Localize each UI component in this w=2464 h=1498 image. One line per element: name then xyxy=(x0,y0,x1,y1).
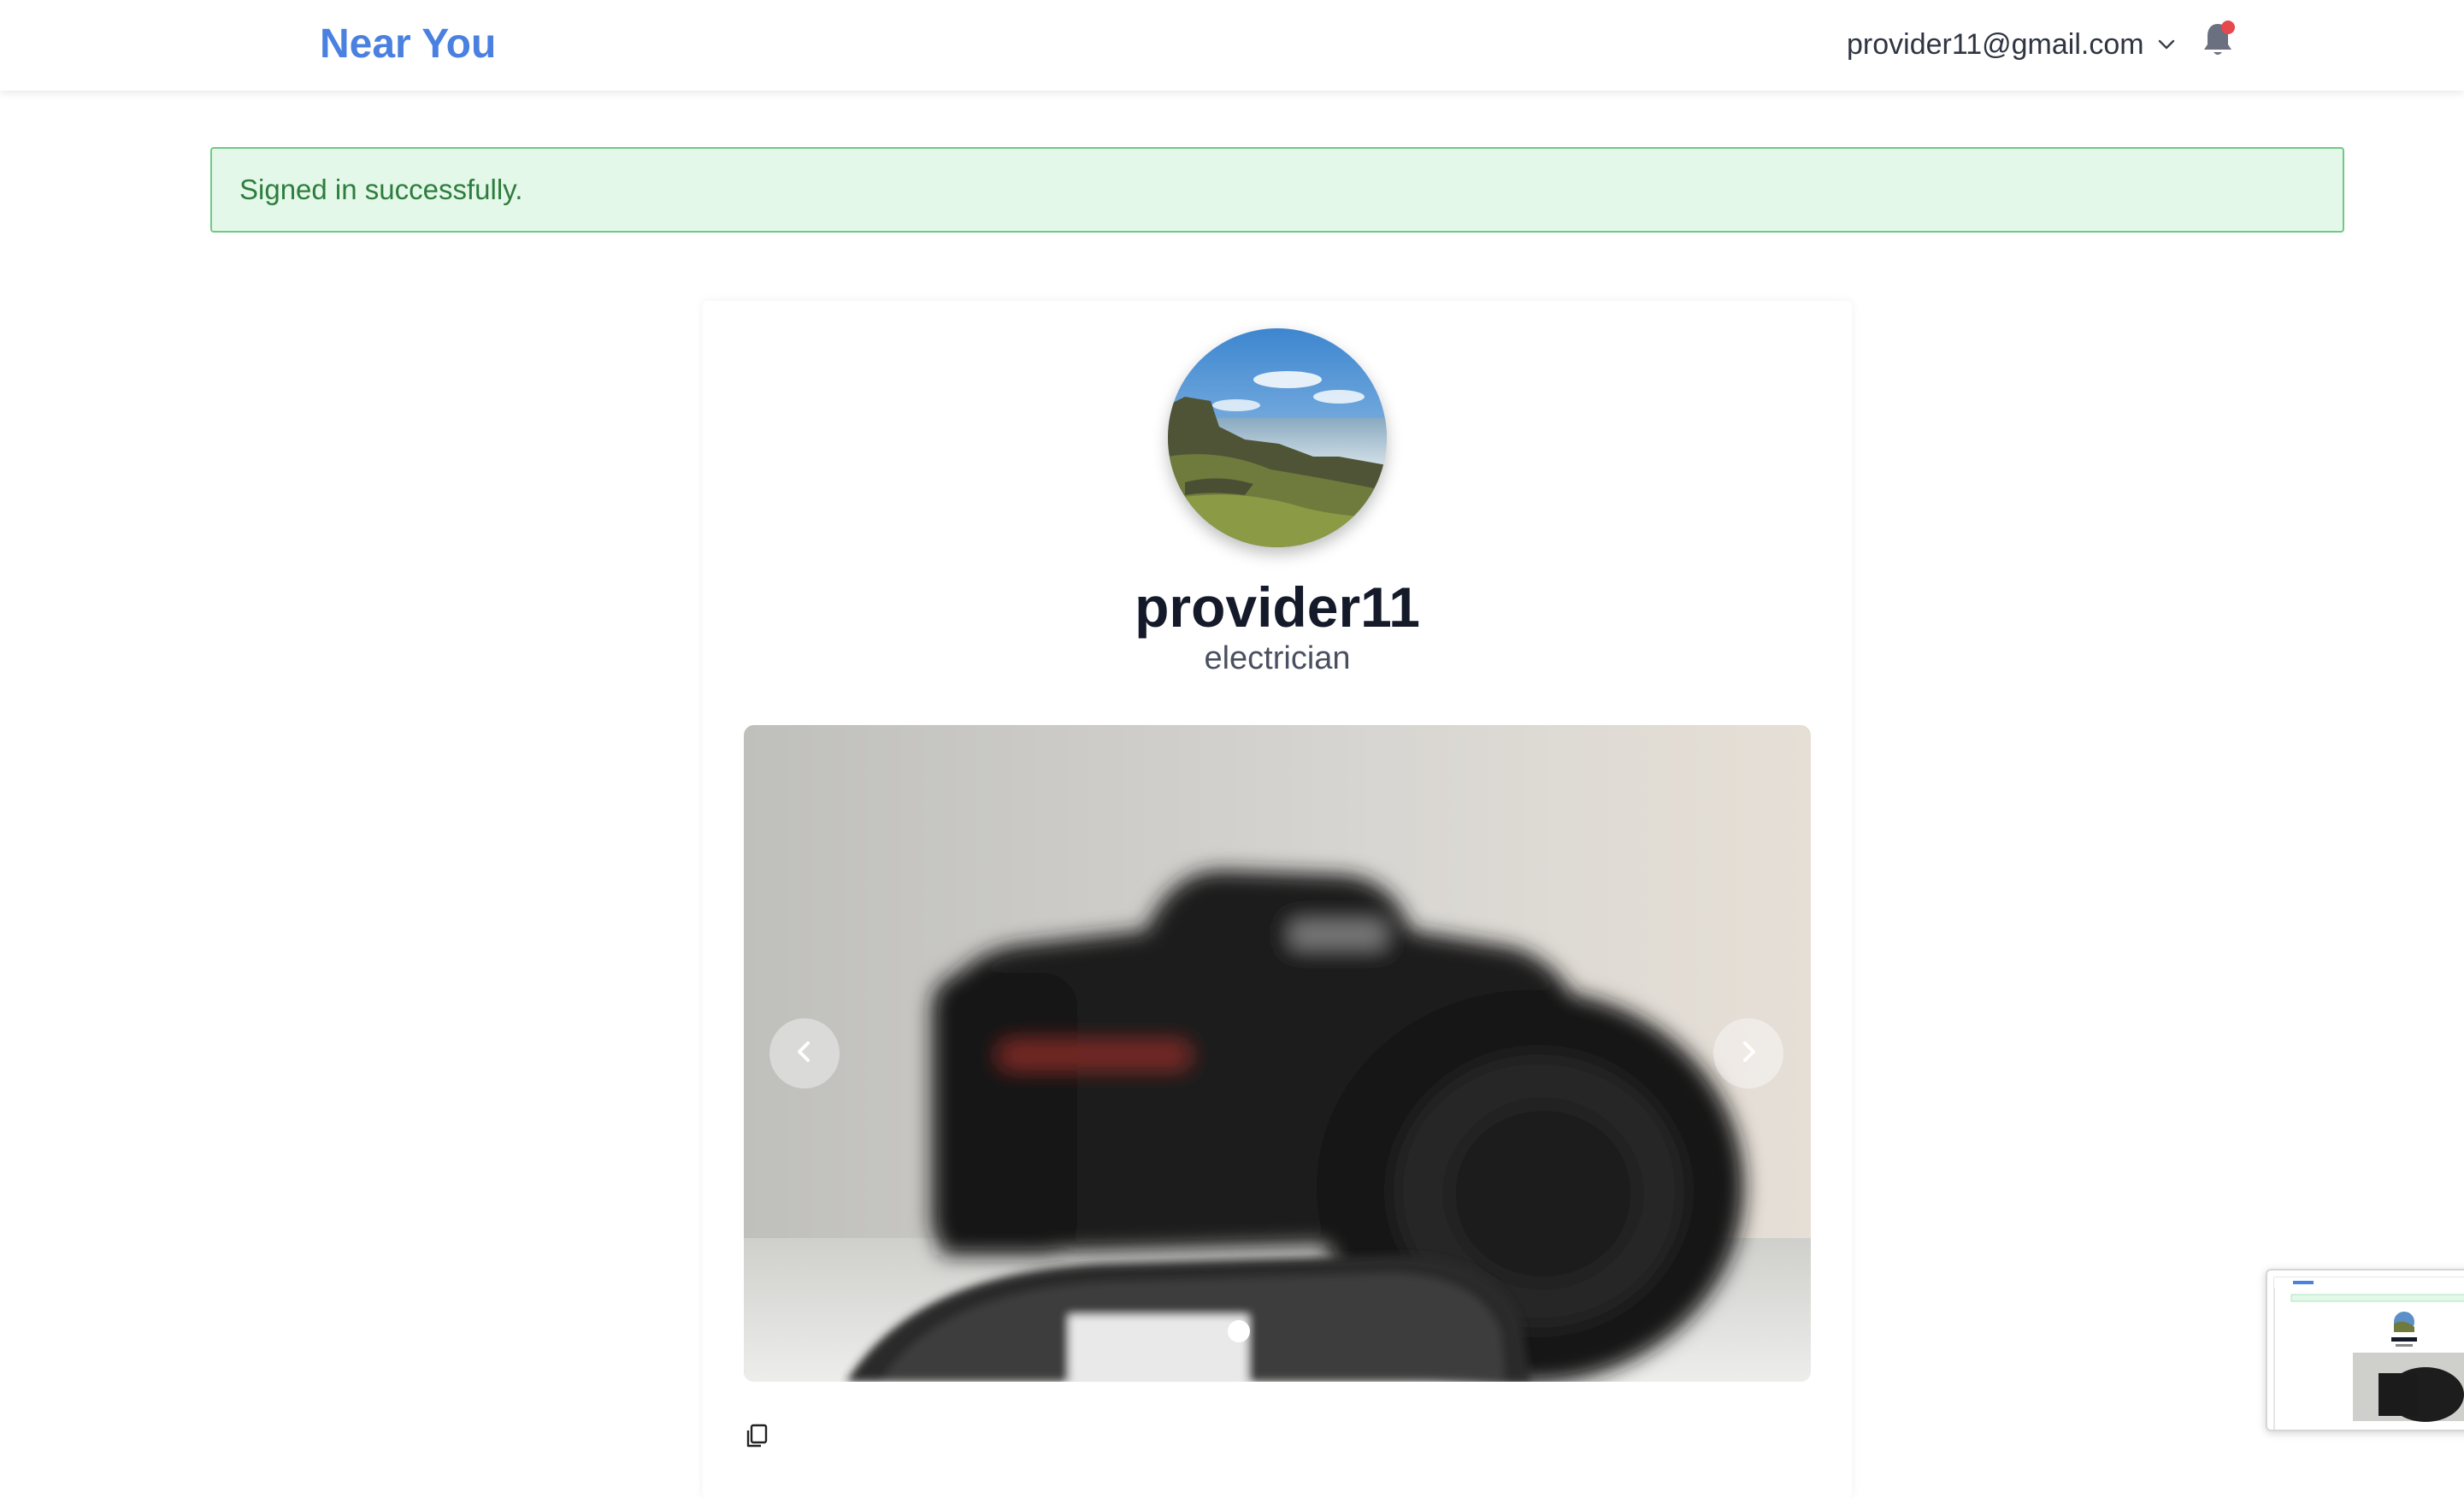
provider-profile-card: provider11 electrician xyxy=(703,301,1852,1498)
provider-profession: electrician xyxy=(1204,640,1351,676)
chevron-left-icon xyxy=(792,1039,817,1069)
flash-message: Signed in successfully. xyxy=(239,174,523,205)
chevron-down-icon xyxy=(2156,34,2177,55)
flash-success-alert: Signed in successfully. xyxy=(210,147,2344,233)
provider-name: provider11 xyxy=(1135,575,1420,639)
navbar: Near You provider11@gmail.com xyxy=(0,0,2464,91)
carousel-indicator-dot[interactable] xyxy=(1228,1320,1250,1342)
user-email: provider11@gmail.com xyxy=(1847,27,2144,61)
chevron-right-icon xyxy=(1736,1039,1761,1069)
carousel-prev-button[interactable] xyxy=(769,1018,840,1088)
brand-logo[interactable]: Near You xyxy=(320,17,496,72)
copy-icon[interactable] xyxy=(744,1423,769,1448)
avatar xyxy=(1168,328,1387,547)
page-thumbnail-preview[interactable] xyxy=(2266,1269,2464,1431)
notification-badge xyxy=(2221,21,2235,34)
carousel-next-button[interactable] xyxy=(1713,1018,1783,1088)
bell-icon xyxy=(2201,24,2235,63)
user-menu-dropdown[interactable]: provider11@gmail.com xyxy=(1847,21,2177,68)
notifications-button[interactable] xyxy=(2201,19,2235,60)
photo-carousel xyxy=(744,725,1811,1382)
carousel-image xyxy=(744,725,1811,1382)
